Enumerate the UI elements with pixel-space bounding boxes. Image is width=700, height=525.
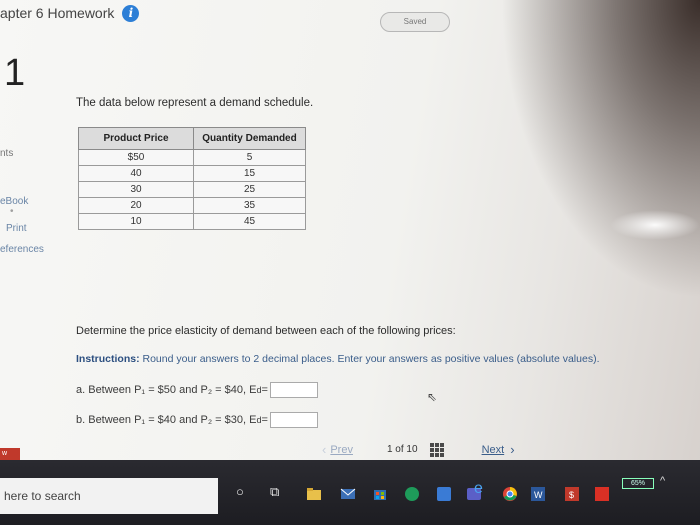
quantity-cell: 35 xyxy=(193,197,306,214)
quantity-cell: 15 xyxy=(193,165,306,182)
file-explorer-icon[interactable] xyxy=(306,486,322,502)
tray-chevron-up-icon[interactable]: ^ xyxy=(660,475,665,487)
search-placeholder: here to search xyxy=(4,489,81,503)
chevron-left-icon[interactable]: ‹ xyxy=(322,442,326,457)
table-row: $50 5 xyxy=(78,149,306,166)
table-row: 10 45 xyxy=(78,213,306,230)
chrome-icon[interactable] xyxy=(502,486,518,502)
app-icon-blue[interactable] xyxy=(436,486,452,502)
cortana-icon[interactable]: ○ xyxy=(236,484,244,499)
price-cell: 40 xyxy=(78,165,194,182)
price-cell: $50 xyxy=(78,149,194,166)
equals-sign: = xyxy=(261,384,268,396)
next-button[interactable]: Next xyxy=(482,444,505,456)
info-icon[interactable]: i xyxy=(122,4,140,22)
instructions-body: Round your answers to 2 decimal places. … xyxy=(139,353,600,365)
instructions-text: Instructions: Round your answers to 2 de… xyxy=(76,353,600,365)
quantity-cell: 25 xyxy=(193,181,306,198)
question-number: 1 xyxy=(4,52,26,94)
ebook-link[interactable]: eBook xyxy=(0,196,28,207)
points-label: nts xyxy=(0,148,14,159)
header-product-price: Product Price xyxy=(78,127,194,150)
edge-browser-icon[interactable]: e xyxy=(474,480,483,498)
quantity-cell: 5 xyxy=(193,149,306,166)
header-quantity-demanded: Quantity Demanded xyxy=(193,127,306,150)
prev-button[interactable]: Prev xyxy=(330,444,353,456)
instructions-label: Instructions: xyxy=(76,353,140,365)
separator-dot: • xyxy=(10,206,14,217)
page-indicator: 1 of 10 xyxy=(386,444,418,455)
word-icon[interactable]: W xyxy=(530,486,546,502)
part-a-question: a. Between P₁ = $50 and P₂ = $40, Ed = xyxy=(76,382,318,398)
taskbar-search-input[interactable]: here to search xyxy=(0,478,218,514)
table-row: 30 25 xyxy=(78,181,306,198)
battery-indicator[interactable]: 65% xyxy=(622,478,654,489)
determine-prompt: Determine the price elasticity of demand… xyxy=(76,325,456,337)
price-cell: 10 xyxy=(78,213,194,230)
money-icon[interactable]: $ xyxy=(564,486,580,502)
table-row: 20 35 xyxy=(78,197,306,214)
mouse-cursor-icon: ⇖ xyxy=(427,390,438,404)
demand-schedule-table: Product Price Quantity Demanded $50 5 40… xyxy=(78,127,306,230)
table-header-row: Product Price Quantity Demanded xyxy=(78,127,306,150)
table-row: 40 15 xyxy=(78,165,306,182)
quantity-cell: 45 xyxy=(193,213,306,230)
svg-text:W: W xyxy=(534,490,543,500)
app-icon-green[interactable] xyxy=(404,486,420,502)
price-cell: 20 xyxy=(78,197,194,214)
part-b-answer-input[interactable] xyxy=(269,412,318,428)
task-view-icon[interactable]: ⧉ xyxy=(270,484,279,500)
chevron-right-icon[interactable]: › xyxy=(510,442,514,457)
svg-text:$: $ xyxy=(569,490,574,500)
store-icon[interactable] xyxy=(372,486,388,502)
header-bar: apter 6 Homework i xyxy=(0,0,700,26)
saved-status-badge: Saved xyxy=(380,12,450,32)
assignment-title: apter 6 Homework xyxy=(0,5,115,21)
mail-icon[interactable] xyxy=(340,486,356,502)
part-a-answer-input[interactable] xyxy=(269,382,318,398)
question-navigation: ‹ Prev 1 of 10 Next › xyxy=(322,442,515,457)
references-link[interactable]: eferences xyxy=(0,244,44,255)
part-b-question: b. Between P₁ = $40 and P₂ = $30, Ed = xyxy=(76,412,318,428)
equals-sign: = xyxy=(261,414,268,426)
part-b-label: b. Between P₁ = $40 and P₂ = $30, E xyxy=(76,414,257,426)
price-cell: 30 xyxy=(78,181,194,198)
print-link[interactable]: Print xyxy=(6,223,27,234)
grid-view-icon[interactable] xyxy=(429,442,444,457)
part-a-label: a. Between P₁ = $50 and P₂ = $40, E xyxy=(76,384,257,396)
acrobat-icon[interactable] xyxy=(594,486,610,502)
question-intro: The data below represent a demand schedu… xyxy=(76,97,314,109)
